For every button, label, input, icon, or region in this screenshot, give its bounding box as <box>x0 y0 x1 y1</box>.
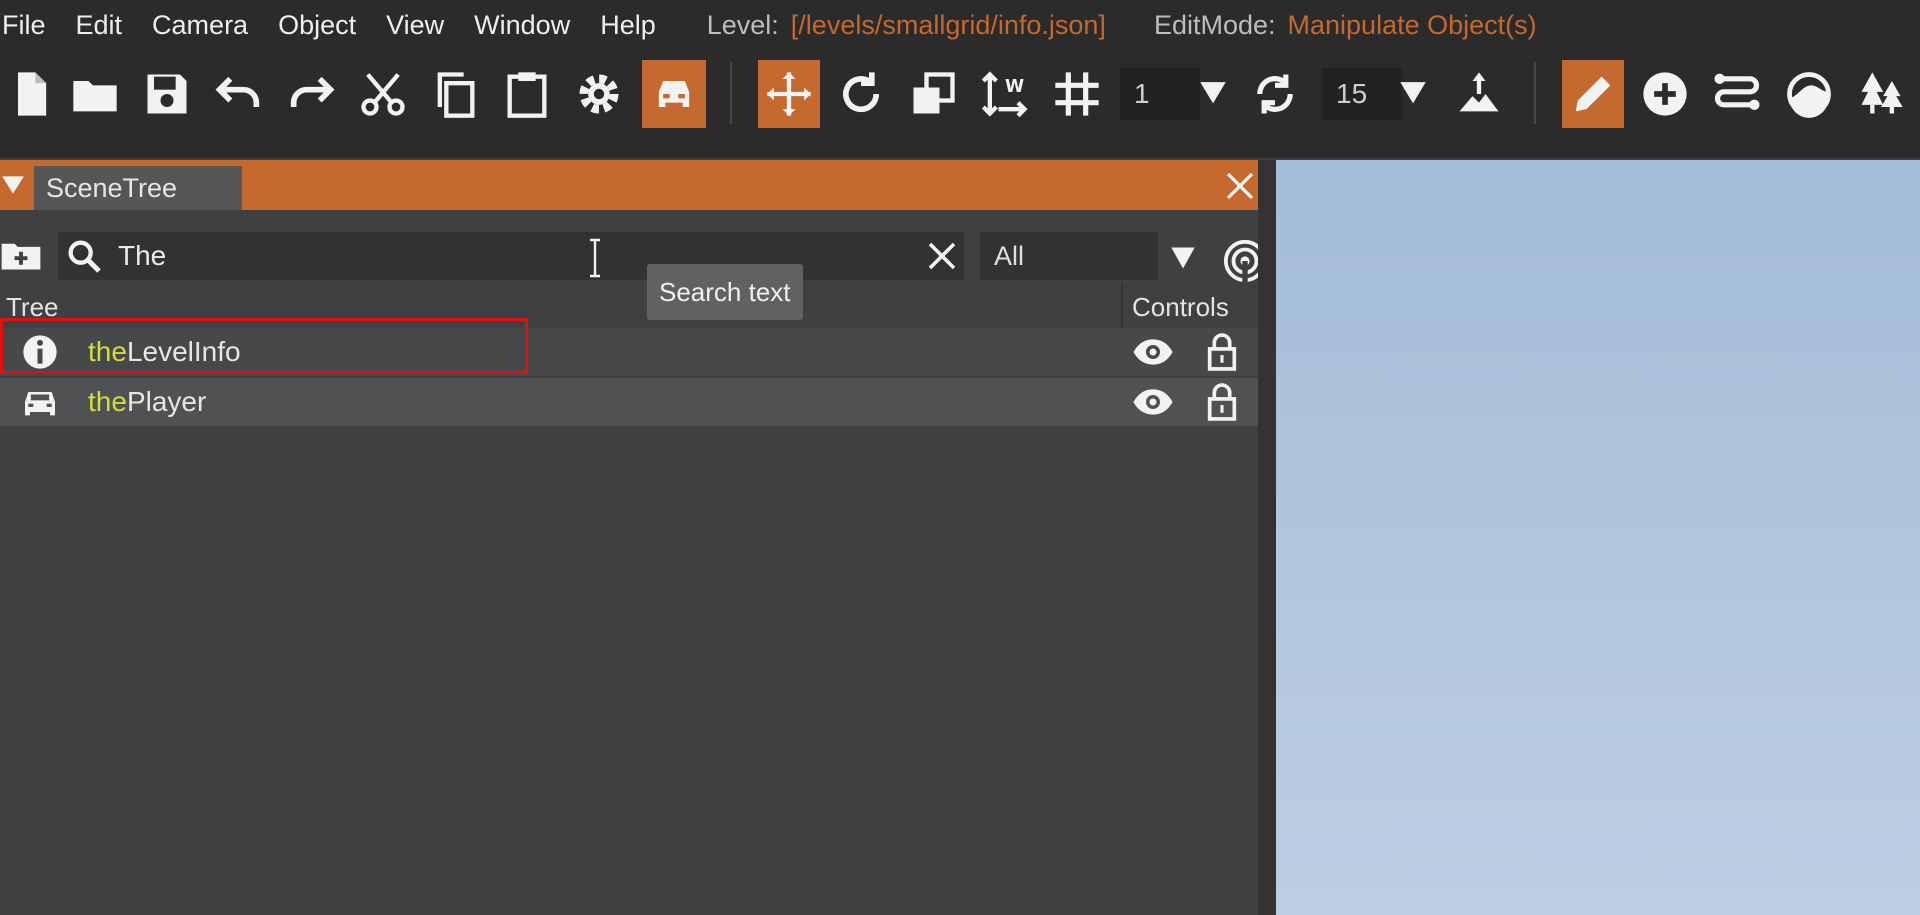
new-group-icon[interactable] <box>0 238 42 272</box>
clear-search-icon[interactable] <box>924 238 960 274</box>
search-tooltip: Search text <box>647 264 803 320</box>
redo-icon <box>290 76 335 107</box>
lock-icon[interactable] <box>1206 382 1238 422</box>
rotation-snap-icon <box>1257 74 1293 114</box>
menu-object[interactable]: Object <box>263 10 371 41</box>
level-path: [/levels/smallgrid/info.json] <box>790 9 1106 40</box>
scale-icon <box>913 72 955 114</box>
filter-dropdown-icon[interactable] <box>1166 244 1200 272</box>
drop-to-ground-icon <box>1459 72 1499 112</box>
rotation-snap-field[interactable]: 15 <box>1322 68 1402 120</box>
row-name: Player <box>126 386 207 417</box>
save-button[interactable] <box>136 60 198 128</box>
collapse-panel-icon[interactable] <box>0 172 26 198</box>
tree-row-player[interactable]: thePlayer <box>0 378 1258 426</box>
panel-resize-handle[interactable] <box>1258 160 1276 915</box>
rotation-snap-dropdown-icon[interactable] <box>1396 72 1430 112</box>
grid-snap-button[interactable] <box>1046 60 1108 128</box>
search-match: the <box>88 386 127 417</box>
lock-icon[interactable] <box>1206 332 1238 372</box>
eye-icon[interactable] <box>1132 338 1174 366</box>
world-axis-icon: W <box>981 71 1028 118</box>
undo-button[interactable] <box>208 60 270 128</box>
menu-edit[interactable]: Edit <box>61 10 138 41</box>
scene-tree-header: SceneTree <box>0 160 1276 210</box>
search-box <box>58 232 964 280</box>
rotation-snap-button[interactable] <box>1244 60 1306 128</box>
scene-tree-panel: All Tree Controls theLevelInfo thePlayer <box>0 210 1267 915</box>
menu-camera[interactable]: Camera <box>137 10 263 41</box>
drop-to-ground-button[interactable] <box>1448 60 1510 128</box>
menu-window[interactable]: Window <box>459 10 585 41</box>
road-editor-button[interactable] <box>1706 60 1768 128</box>
terrain-editor-button[interactable] <box>1778 60 1840 128</box>
eye-icon[interactable] <box>1132 388 1174 416</box>
car-icon <box>658 81 690 107</box>
vehicle-mode-button[interactable] <box>642 60 706 128</box>
rotate-tool-button[interactable] <box>830 60 892 128</box>
edit-tool-button[interactable] <box>1562 60 1624 128</box>
open-folder-button[interactable] <box>64 60 126 128</box>
clipboard-icon <box>507 72 547 118</box>
3d-viewport[interactable] <box>1276 160 1920 915</box>
close-panel-icon[interactable] <box>1222 168 1258 204</box>
redo-button[interactable] <box>280 60 342 128</box>
undo-icon <box>215 76 260 107</box>
settings-button[interactable] <box>568 60 630 128</box>
trees-icon <box>1861 72 1903 114</box>
menu-bar: File Edit Camera Object View Window Help… <box>0 0 1920 50</box>
tree-row-label: thePlayer <box>88 386 206 418</box>
tab-scene-tree[interactable]: SceneTree <box>34 166 242 210</box>
selection-highlight-box <box>0 318 528 374</box>
controls-column-label: Controls <box>1132 292 1229 322</box>
new-file-icon <box>18 72 47 116</box>
translate-tool-button[interactable] <box>758 60 820 128</box>
menu-file[interactable]: File <box>0 10 61 41</box>
editmode-label: EditMode: <box>1153 9 1276 40</box>
world-space-toggle[interactable]: W <box>974 60 1036 128</box>
search-row: All <box>0 220 1276 284</box>
pencil-icon <box>1575 76 1611 112</box>
toolbar: W 1 15 <box>0 50 1920 158</box>
column-divider <box>1121 282 1123 328</box>
terrain-icon <box>1787 72 1831 118</box>
search-icon <box>68 240 101 273</box>
copy-icon <box>437 72 475 118</box>
filter-select[interactable]: All <box>980 232 1158 280</box>
save-icon <box>147 74 187 114</box>
gear-icon <box>579 74 619 114</box>
text-cursor-icon <box>590 238 600 278</box>
road-path-icon <box>1714 73 1760 111</box>
toolbar-separator <box>730 62 732 124</box>
grid-size-dropdown-icon[interactable] <box>1196 72 1230 112</box>
menu-help[interactable]: Help <box>585 10 671 41</box>
toolbar-separator <box>1534 62 1536 124</box>
paste-button[interactable] <box>496 60 558 128</box>
new-file-button[interactable] <box>0 60 62 128</box>
scale-tool-button[interactable] <box>902 60 964 128</box>
move-arrows-icon <box>767 72 811 116</box>
editmode-value: Manipulate Object(s) <box>1287 9 1537 40</box>
menu-view[interactable]: View <box>371 10 459 41</box>
folder-icon <box>73 81 117 112</box>
cut-button[interactable] <box>352 60 414 128</box>
add-circle-icon <box>1643 72 1687 116</box>
svg-text:W: W <box>1005 77 1024 97</box>
grid-snap-icon <box>1055 72 1099 116</box>
add-object-button[interactable] <box>1634 60 1696 128</box>
level-label: Level: <box>706 9 779 40</box>
grid-size-field[interactable]: 1 <box>1120 68 1200 120</box>
rotate-icon <box>843 72 879 113</box>
car-icon <box>25 392 55 416</box>
scissors-icon <box>361 73 405 116</box>
copy-button[interactable] <box>424 60 486 128</box>
forest-editor-button[interactable] <box>1850 60 1912 128</box>
